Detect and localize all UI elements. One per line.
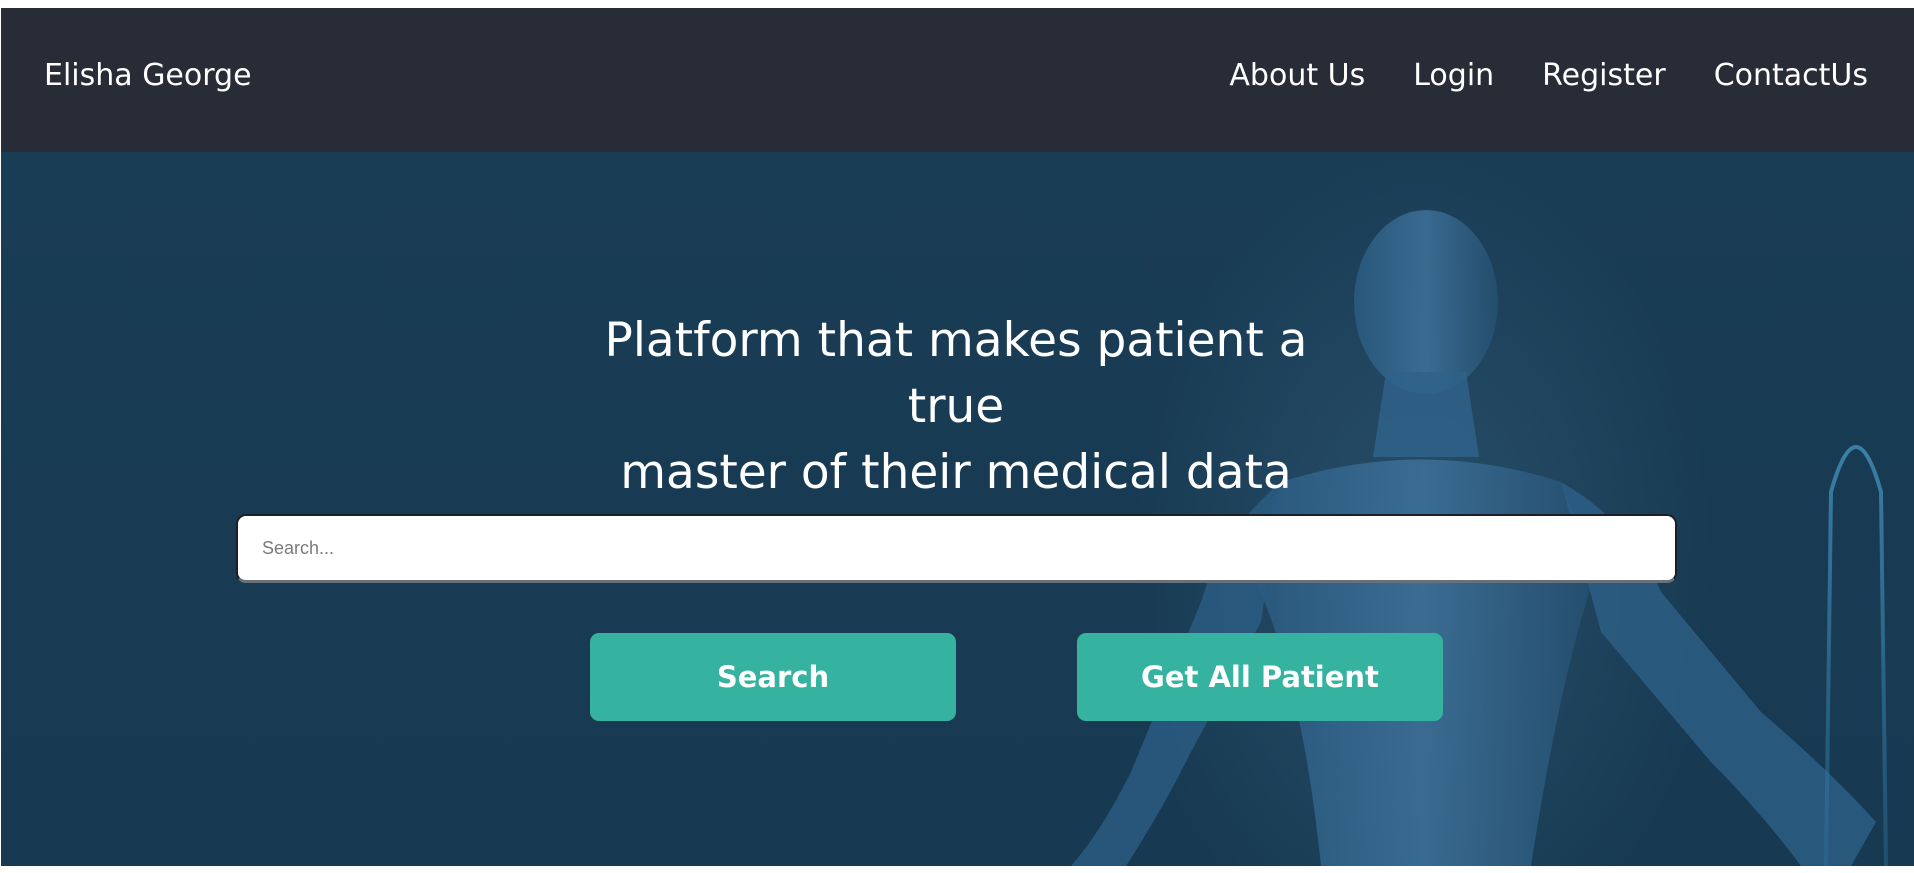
nav-link-about-us[interactable]: About Us (1229, 56, 1365, 96)
get-all-patient-button[interactable]: Get All Patient (1077, 633, 1443, 721)
nav-link-contact-us[interactable]: ContactUs (1714, 56, 1868, 96)
brand-link[interactable]: Elisha George (44, 56, 252, 96)
nav-link-login[interactable]: Login (1413, 56, 1494, 96)
nav-link-register[interactable]: Register (1542, 56, 1666, 96)
search-input[interactable] (236, 514, 1677, 583)
nav-links: About Us Login Register ContactUs (1229, 56, 1868, 96)
page: Elisha George About Us Login Register Co… (1, 8, 1914, 866)
search-button[interactable]: Search (590, 633, 956, 721)
navbar: Elisha George About Us Login Register Co… (1, 8, 1914, 152)
hero-headline-line-1: Platform that makes patient a true (604, 313, 1308, 434)
hero-section: Platform that makes patient a true maste… (1, 152, 1914, 866)
hero-headline: Platform that makes patient a true maste… (556, 308, 1356, 506)
human-body-figure-image (1071, 210, 1888, 866)
hero-headline-line-2: master of their medical data (620, 445, 1292, 500)
